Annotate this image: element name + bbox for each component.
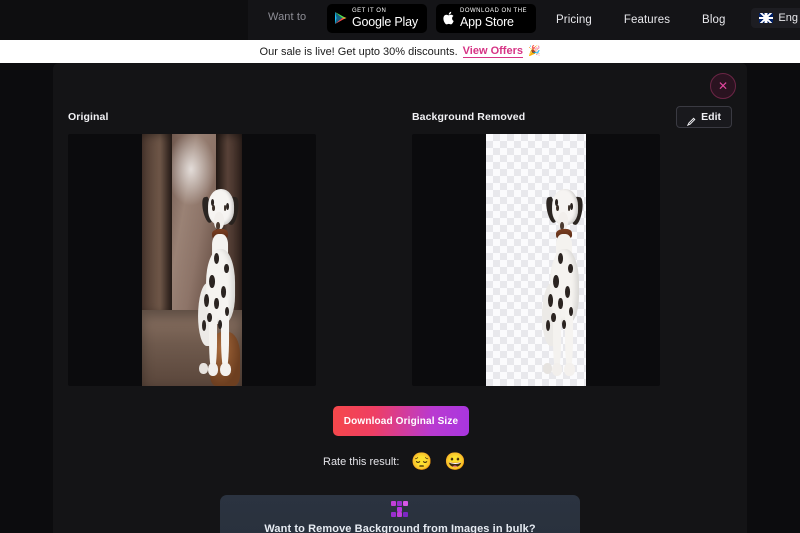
edit-button-label: Edit — [701, 111, 721, 123]
top-navigation-bar: Want to GET IT ON Google Play DOWNLOAD O… — [0, 0, 800, 40]
apple-icon — [443, 11, 455, 25]
nav-link-blog[interactable]: Blog — [702, 14, 725, 26]
pencil-icon — [687, 113, 696, 126]
comparison-panels: Original Background Removed Edit — [68, 105, 732, 386]
language-selector[interactable]: Eng — [751, 8, 800, 28]
google-play-badge[interactable]: GET IT ON Google Play — [327, 4, 427, 33]
party-emoji-icon: 🎉 — [527, 46, 541, 57]
removed-image — [486, 134, 586, 386]
panel-original: Original — [68, 105, 388, 386]
app-store-badge-text: Download on the App Store — [460, 8, 527, 29]
language-label: Eng — [778, 12, 798, 24]
removed-image-container — [412, 134, 660, 386]
uk-flag-icon — [759, 13, 774, 23]
panel-background-removed: Background Removed Edit — [412, 105, 732, 386]
google-play-badge-text: GET IT ON Google Play — [352, 8, 418, 29]
rate-result-label: Rate this result: — [323, 455, 400, 468]
close-modal-button[interactable]: ✕ — [710, 73, 736, 99]
edit-button[interactable]: Edit — [676, 106, 732, 128]
google-play-small-label: GET IT ON — [352, 8, 387, 14]
nav-link-features[interactable]: Features — [624, 14, 670, 26]
app-root: Want to GET IT ON Google Play DOWNLOAD O… — [0, 0, 800, 533]
nav-left-region — [0, 0, 248, 40]
original-image-container — [68, 134, 316, 386]
dalmatian-figure — [187, 189, 242, 376]
rate-result-row: Rate this result: 😔 😀 — [323, 453, 466, 470]
close-icon: ✕ — [717, 79, 729, 93]
panel-removed-header: Background Removed Edit — [412, 105, 732, 129]
original-image — [142, 134, 242, 386]
nav-links: Pricing Features Blog — [556, 0, 725, 40]
panel-original-header: Original — [68, 105, 388, 129]
app-store-big-label: App Store — [460, 15, 514, 29]
google-play-icon — [334, 11, 347, 25]
download-button-label: Download Original Size — [343, 415, 459, 427]
sale-banner-text: Our sale is live! Get upto 30% discounts… — [259, 45, 458, 58]
happy-emoji[interactable]: 😀 — [445, 453, 466, 470]
sad-emoji[interactable]: 😔 — [411, 453, 432, 470]
result-modal: ✕ Original Background Removed Edit Downl… — [53, 63, 747, 533]
app-store-small-label: Download on the — [460, 8, 528, 14]
bulk-promo-card[interactable]: Want to Remove Background from Images in… — [220, 495, 580, 533]
view-offers-link[interactable]: View Offers — [462, 45, 523, 58]
sale-banner: Our sale is live! Get upto 30% discounts… — [0, 40, 800, 63]
pixel-x-logo-icon — [391, 501, 409, 517]
app-store-badge[interactable]: Download on the App Store — [436, 4, 537, 33]
dalmatian-cutout — [531, 189, 586, 376]
download-original-size-button[interactable]: Download Original Size — [333, 406, 469, 436]
nav-link-pricing[interactable]: Pricing — [556, 14, 592, 26]
google-play-big-label: Google Play — [352, 15, 418, 29]
panel-removed-title: Background Removed — [412, 111, 526, 123]
panel-original-title: Original — [68, 111, 109, 123]
nav-want-to-text: Want to — [268, 11, 307, 23]
bulk-promo-title: Want to Remove Background from Images in… — [264, 523, 536, 533]
